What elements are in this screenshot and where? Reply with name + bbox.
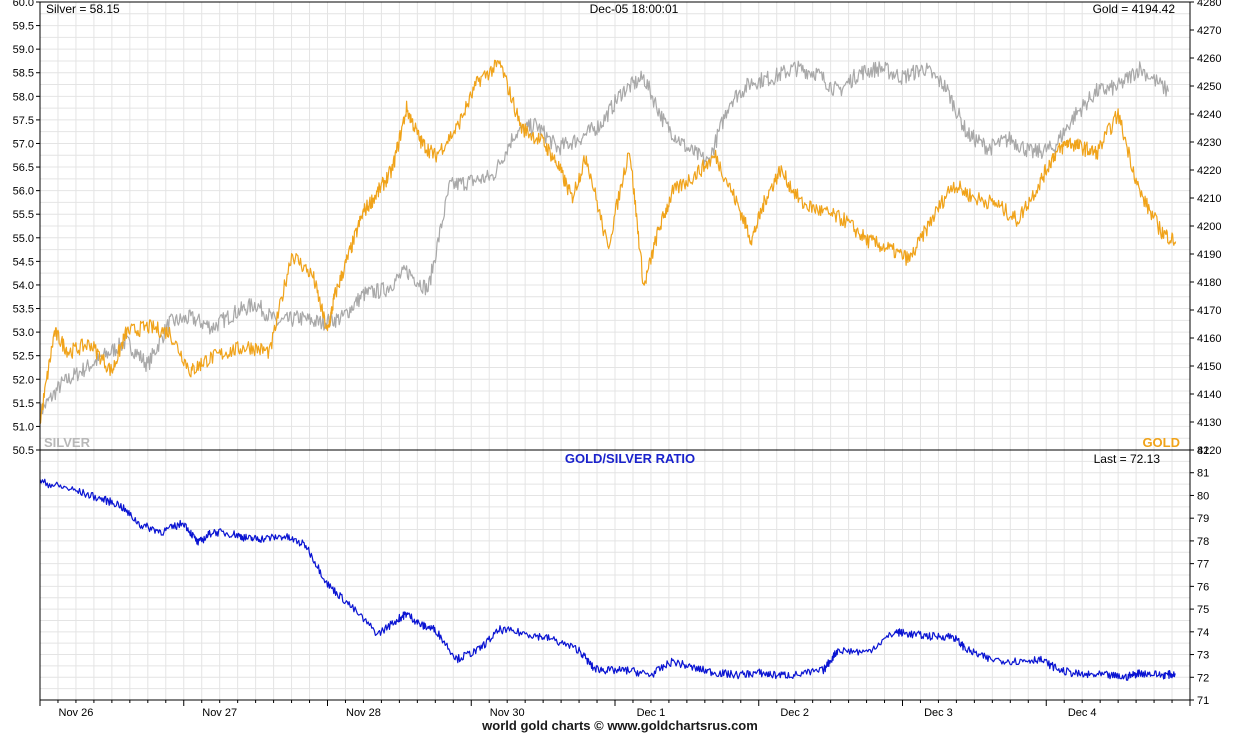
silver-axis-tick-label: 55.0 xyxy=(13,233,34,245)
silver-axis-tick-label: 52.0 xyxy=(13,374,34,386)
silver-axis-tick-label: 56.0 xyxy=(13,186,34,198)
silver-axis-tick-label: 54.5 xyxy=(13,256,34,268)
grid xyxy=(39,1,1191,701)
plot-area xyxy=(39,59,1177,681)
silver-axis-tick-label: 54.0 xyxy=(13,280,34,292)
silver-price-line xyxy=(39,60,1169,421)
timestamp-readout: Dec-05 18:00:01 xyxy=(590,2,679,16)
gold-axis-tick-label: 4260 xyxy=(1197,53,1221,65)
gold-silver-chart: 50.5 51.0 51.5 52.0 52.5 53.0 53.5 54.0 54.5 55.0… xyxy=(13,0,1222,719)
gold-price-readout: Gold = 4194.42 xyxy=(1093,2,1176,16)
silver-axis-tick-label: 58.0 xyxy=(13,91,34,103)
ratio-axis-tick-label: 75 xyxy=(1197,604,1209,616)
ratio-axis-tick-label: 71 xyxy=(1197,695,1209,707)
silver-price-readout: Silver = 58.15 xyxy=(46,2,120,16)
ratio-axis-tick-label: 78 xyxy=(1197,536,1209,548)
ratio-axis-tick-label: 74 xyxy=(1197,627,1209,639)
silver-series-label: SILVER xyxy=(44,435,91,450)
gold-axis-tick-label: 4160 xyxy=(1197,333,1221,345)
ratio-axis-tick-label: 80 xyxy=(1197,490,1209,502)
silver-axis-tick-label: 59.0 xyxy=(13,44,34,56)
gold-axis-tick-label: 4200 xyxy=(1197,221,1221,233)
gold-silver-ratio-line xyxy=(39,478,1176,681)
ratio-last-readout: Last = 72.13 xyxy=(1094,452,1161,466)
ratio-axis-tick-label: 73 xyxy=(1197,650,1209,662)
ratio-axis-tick-label: 72 xyxy=(1197,672,1209,684)
gold-axis-tick-label: 4150 xyxy=(1197,361,1221,373)
gold-axis-tick-label: 4230 xyxy=(1197,137,1221,149)
silver-axis-tick-label: 50.5 xyxy=(13,445,34,457)
silver-axis-tick-label: 53.5 xyxy=(13,304,34,316)
footer-credit: world gold charts © www.goldchartsrus.co… xyxy=(482,718,758,733)
silver-axis-tick-label: 57.5 xyxy=(13,115,34,127)
silver-axis-tick-label: 57.0 xyxy=(13,138,34,150)
gold-axis-tick-label: 4190 xyxy=(1197,249,1221,261)
gold-axis-tick-label: 4140 xyxy=(1197,389,1221,401)
silver-axis-tick-label: 51.0 xyxy=(13,421,34,433)
silver-axis-tick-label: 52.5 xyxy=(13,351,34,363)
ratio-axis-tick-label: 77 xyxy=(1197,559,1209,571)
silver-axis-tick-label: 53.0 xyxy=(13,327,34,339)
gold-axis-tick-label: 4210 xyxy=(1197,193,1221,205)
ratio-axis-tick-label: 79 xyxy=(1197,513,1209,525)
gold-axis-tick-label: 4270 xyxy=(1197,25,1221,37)
silver-axis-tick-label: 56.5 xyxy=(13,162,34,174)
gold-axis-tick-label: 4220 xyxy=(1197,165,1221,177)
silver-axis-tick-label: 59.5 xyxy=(13,21,34,33)
ratio-axis-tick-label: 76 xyxy=(1197,581,1209,593)
silver-axis-tick-label: 55.5 xyxy=(13,209,34,221)
silver-axis-tick-label: 60.0 xyxy=(13,0,34,9)
gold-axis-tick-label: 4130 xyxy=(1197,417,1221,429)
gold-axis-tick-label: 4280 xyxy=(1197,0,1221,9)
gold-series-label: GOLD xyxy=(1142,435,1180,450)
silver-axis-tick-label: 58.5 xyxy=(13,68,34,80)
ratio-axis-tick-label: 82 xyxy=(1197,445,1209,457)
gold-axis-tick-label: 4240 xyxy=(1197,109,1221,121)
gold-axis-tick-label: 4170 xyxy=(1197,305,1221,317)
gold-axis-tick-label: 4180 xyxy=(1197,277,1221,289)
ratio-title: GOLD/SILVER RATIO xyxy=(565,451,695,466)
ratio-axis-tick-label: 81 xyxy=(1197,468,1209,480)
gold-axis-tick-label: 4250 xyxy=(1197,81,1221,93)
silver-axis-tick-label: 51.5 xyxy=(13,398,34,410)
